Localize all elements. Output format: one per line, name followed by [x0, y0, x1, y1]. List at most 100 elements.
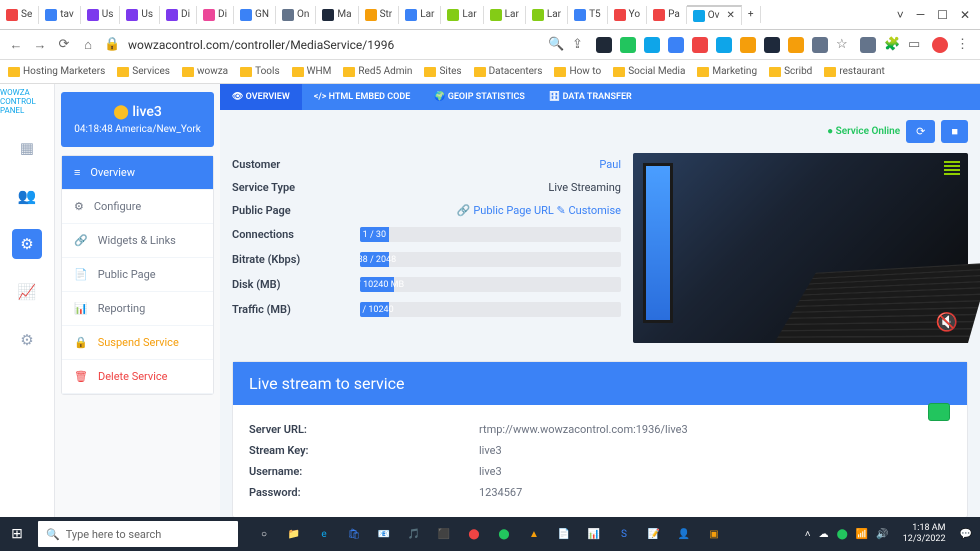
browser-tab[interactable]: Lar — [441, 6, 483, 24]
browser-tab[interactable]: GN — [234, 6, 276, 24]
taskbar-clock[interactable]: 1:18 AM12/3/2022 — [897, 523, 952, 545]
ext-icon[interactable] — [692, 37, 708, 53]
tray-volume-icon[interactable]: 🔊 — [876, 529, 888, 540]
sidebar-item[interactable]: ⚙Configure — [62, 190, 213, 224]
sidebar-item[interactable]: 🔒Suspend Service — [62, 326, 213, 360]
ext-icon[interactable] — [932, 37, 948, 53]
bookmark-item[interactable]: Tools — [240, 66, 279, 77]
taskbar-app-icon[interactable]: 📁 — [280, 520, 308, 548]
tray-cloud-icon[interactable]: ☁ — [819, 529, 829, 540]
sidebar-item[interactable]: 📊Reporting — [62, 292, 213, 326]
bookmark-item[interactable]: Red5 Admin — [343, 66, 412, 77]
taskbar-app-icon[interactable]: ○ — [250, 520, 278, 548]
taskbar-app-icon[interactable]: ▲ — [520, 520, 548, 548]
rail-network-icon[interactable]: ⚙ — [12, 229, 42, 259]
ext-icon[interactable] — [596, 37, 612, 53]
taskbar-search[interactable]: 🔍 Type here to search — [38, 521, 238, 547]
browser-tab[interactable]: Lar — [484, 6, 526, 24]
bookmark-item[interactable]: restaurant — [824, 66, 884, 77]
hamburger-icon[interactable] — [944, 161, 960, 175]
tray-wifi-icon[interactable]: 📶 — [856, 529, 868, 540]
ext-icon[interactable] — [620, 37, 636, 53]
taskbar-app-icon[interactable]: S — [610, 520, 638, 548]
taskbar-app-icon[interactable]: 🛍 — [340, 520, 368, 548]
bookmark-item[interactable]: Services — [117, 66, 170, 77]
refresh-button[interactable]: ⟳ — [906, 120, 935, 143]
rail-dashboard-icon[interactable]: ▦ — [12, 133, 42, 163]
content-tab[interactable]: </> HTML EMBED CODE — [302, 84, 423, 110]
bookmark-item[interactable]: Sites — [424, 66, 461, 77]
ext-icon[interactable] — [716, 37, 732, 53]
browser-tab[interactable]: Lar — [399, 6, 441, 24]
browser-tab[interactable]: On — [276, 6, 316, 24]
tray-chevron-icon[interactable]: ˄ — [805, 529, 811, 540]
nav-forward-icon[interactable]: → — [32, 37, 48, 53]
taskbar-app-icon[interactable]: 📧 — [370, 520, 398, 548]
browser-tab[interactable]: Di — [197, 6, 234, 24]
browser-tab[interactable]: Str — [359, 6, 400, 24]
bookmark-star-icon[interactable]: ☆ — [836, 37, 852, 53]
bookmark-item[interactable]: Scribd — [769, 66, 812, 77]
browser-tab[interactable]: tav — [39, 6, 80, 24]
rail-settings-icon[interactable]: ⚙ — [12, 325, 42, 355]
content-tab[interactable]: 👁 OVERVIEW — [220, 84, 302, 110]
nav-home-icon[interactable]: ⌂ — [80, 37, 96, 53]
browser-tab[interactable]: Ma — [316, 6, 358, 24]
taskbar-app-icon[interactable]: 📝 — [640, 520, 668, 548]
sidebar-item[interactable]: 🔗Widgets & Links — [62, 224, 213, 258]
content-tab[interactable]: 🌍 GEOIP STATISTICS — [422, 84, 537, 110]
taskbar-app-icon[interactable]: ⬛ — [430, 520, 458, 548]
video-preview[interactable]: 🔇 — [633, 153, 968, 343]
bookmark-item[interactable]: Social Media — [613, 66, 685, 77]
lock-icon[interactable]: 🔒 — [104, 37, 120, 53]
window-icon[interactable]: ▭ — [908, 37, 924, 53]
browser-tab[interactable]: Us — [81, 6, 121, 24]
taskbar-app-icon[interactable]: ⬤ — [460, 520, 488, 548]
floating-widget-icon[interactable] — [928, 403, 950, 421]
stop-button[interactable]: ■ — [941, 120, 968, 143]
window-close-icon[interactable]: ✕ — [960, 8, 970, 22]
window-maximize-icon[interactable]: ☐ — [937, 8, 948, 22]
ext-icon[interactable] — [764, 37, 780, 53]
bookmark-item[interactable]: How to — [554, 66, 601, 77]
browser-tab[interactable]: Pa — [647, 6, 687, 24]
bookmark-item[interactable]: Marketing — [697, 66, 757, 77]
bookmark-item[interactable]: Hosting Marketers — [8, 66, 105, 77]
browser-tab[interactable]: Di — [160, 6, 197, 24]
taskbar-app-icon[interactable]: ⬤ — [490, 520, 518, 548]
menu-dots-icon[interactable]: ⋮ — [956, 37, 972, 53]
browser-tab[interactable]: Yo — [608, 6, 647, 24]
bookmark-item[interactable]: WHM — [292, 66, 332, 77]
customer-link[interactable]: Paul — [599, 158, 621, 171]
taskbar-app-icon[interactable]: e — [310, 520, 338, 548]
taskbar-app-icon[interactable]: 📄 — [550, 520, 578, 548]
ext-icon[interactable] — [668, 37, 684, 53]
nav-back-icon[interactable]: ← — [8, 37, 24, 53]
tray-whatsapp-icon[interactable]: ⬤ — [837, 529, 848, 540]
sidebar-item[interactable]: ≡Overview — [62, 156, 213, 190]
taskbar-app-icon[interactable]: 👤 — [670, 520, 698, 548]
browser-tab[interactable]: T5 — [568, 6, 608, 24]
extensions-icon[interactable]: 🧩 — [884, 37, 900, 53]
bookmark-item[interactable]: wowza — [182, 66, 228, 77]
taskbar-app-icon[interactable]: ▣ — [700, 520, 728, 548]
sidebar-item[interactable]: 🗑Delete Service — [62, 360, 213, 394]
ext-icon[interactable] — [788, 37, 804, 53]
ext-icon[interactable] — [644, 37, 660, 53]
ext-icon[interactable] — [860, 37, 876, 53]
sidebar-item[interactable]: 📄Public Page — [62, 258, 213, 292]
zoom-icon[interactable]: 🔍 — [548, 37, 564, 53]
window-minimize-icon[interactable]: — — [916, 8, 925, 22]
start-button[interactable]: ⊞ — [0, 517, 34, 551]
browser-tab[interactable]: Ov ✕ — [687, 5, 742, 25]
url-field[interactable]: wowzacontrol.com/controller/MediaService… — [128, 38, 540, 52]
taskbar-app-icon[interactable]: 📊 — [580, 520, 608, 548]
new-tab-button[interactable]: + — [742, 6, 761, 23]
nav-reload-icon[interactable]: ⟳ — [56, 37, 72, 53]
public-links[interactable]: 🔗 Public Page URL ✎ Customise — [457, 204, 621, 217]
browser-tab[interactable]: Se — [0, 6, 39, 24]
content-tab[interactable]: 🗄 DATA TRANSFER — [537, 84, 644, 110]
taskbar-app-icon[interactable]: 🎵 — [400, 520, 428, 548]
rail-stats-icon[interactable]: 📈 — [12, 277, 42, 307]
ext-icon[interactable] — [812, 37, 828, 53]
